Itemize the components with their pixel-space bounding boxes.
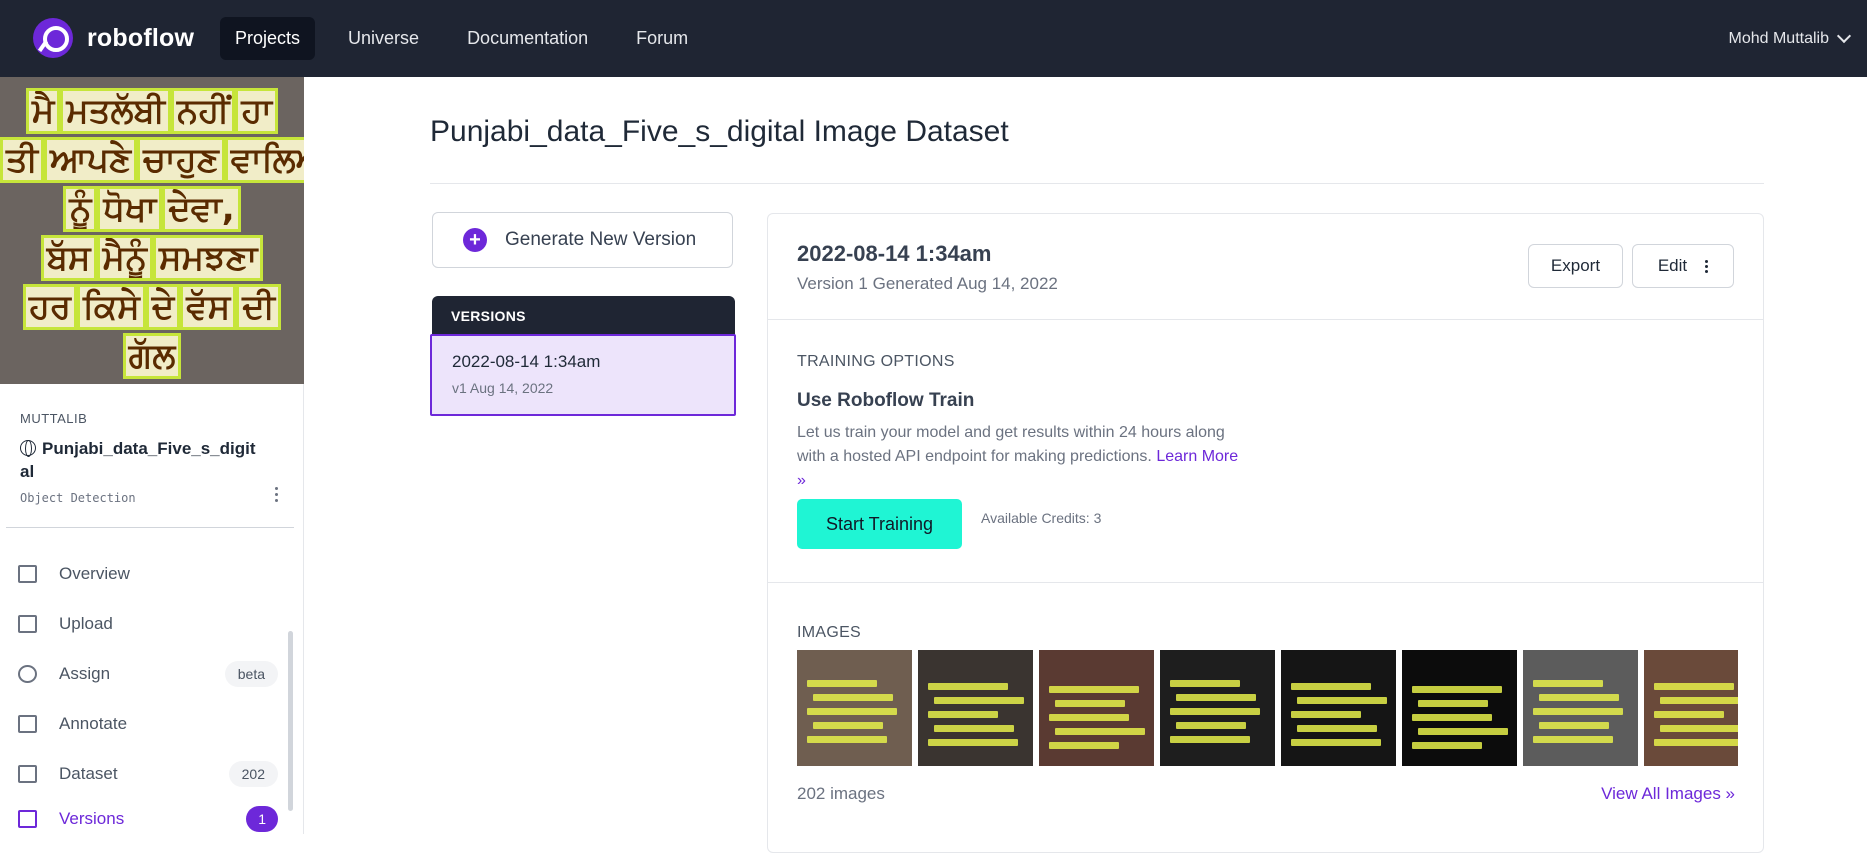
- generate-version-button[interactable]: + Generate New Version: [432, 212, 733, 268]
- project-name-text: Punjabi_data_Five_s_digit al: [20, 439, 256, 481]
- project-options-icon[interactable]: [275, 487, 279, 503]
- image-thumbnail[interactable]: [1039, 650, 1154, 766]
- upload-icon: [18, 615, 37, 633]
- sidebar-item-label: Versions: [59, 809, 125, 828]
- brand-name: roboflow: [87, 23, 195, 52]
- version-detail-panel: 2022-08-14 1:34am Version 1 Generated Au…: [767, 213, 1764, 853]
- sidebar-item-label: Upload: [59, 614, 113, 633]
- nav-universe[interactable]: Universe: [333, 17, 434, 60]
- search-icon: [18, 665, 37, 683]
- thumbnail-text-line: ਤੀਆਪਣੇਚਾਹੁਣਵਾਲਿਆ: [0, 137, 304, 183]
- more-vertical-icon: [1705, 258, 1709, 275]
- version-item-subtitle: v1 Aug 14, 2022: [452, 380, 554, 396]
- export-button[interactable]: Export: [1528, 244, 1623, 288]
- image-thumbnail[interactable]: [1523, 650, 1638, 766]
- sidebar-item-label: Dataset: [59, 764, 118, 783]
- top-navbar: roboflow Projects Universe Documentation…: [0, 0, 1867, 77]
- start-training-button[interactable]: Start Training: [797, 499, 962, 549]
- image-thumbnail[interactable]: [918, 650, 1033, 766]
- train-title: Use Roboflow Train: [797, 390, 975, 411]
- sidebar-item-versions[interactable]: Versions 1: [0, 799, 290, 839]
- versions-header: VERSIONS: [432, 296, 735, 336]
- document-icon: [18, 565, 37, 583]
- thumbnail-text-line: ਮੈ ਮਤਲੱਬੀ ਨਹੀਂ ਹਾ: [0, 88, 304, 134]
- view-all-images-link[interactable]: View All Images »: [1601, 784, 1735, 804]
- image-count: 202 images: [797, 784, 885, 803]
- sidebar-item-upload[interactable]: Upload: [0, 599, 290, 649]
- panel-divider: [768, 319, 1763, 320]
- title-divider: [430, 183, 1764, 184]
- sidebar-item-annotate[interactable]: Annotate: [0, 699, 290, 749]
- project-type: Object Detection: [20, 491, 136, 505]
- thumbnail-text-line: ਬੱਸ ਮੈਨੂੰ ਸਮਝਣਾ: [0, 235, 304, 281]
- folder-icon: [18, 810, 37, 828]
- version-generated-text: Version 1 Generated Aug 14, 2022: [797, 274, 1058, 293]
- page-title: Punjabi_data_Five_s_digital Image Datase…: [430, 115, 1009, 148]
- image-thumbnail[interactable]: [1644, 650, 1738, 766]
- image-thumbnail[interactable]: [797, 650, 912, 766]
- image-thumbnail[interactable]: [1402, 650, 1517, 766]
- project-name[interactable]: Punjabi_data_Five_s_digit al: [20, 437, 260, 483]
- beta-badge: beta: [224, 661, 278, 687]
- version-item-title: 2022-08-14 1:34am: [452, 352, 601, 371]
- image-thumbnail[interactable]: [1281, 650, 1396, 766]
- plus-circle-icon: +: [463, 228, 487, 252]
- workspace-owner: MUTTALIB: [20, 411, 88, 426]
- dataset-count-badge: 202: [228, 761, 278, 787]
- roboflow-logo-icon: [33, 18, 73, 58]
- nav-documentation[interactable]: Documentation: [452, 17, 603, 60]
- project-thumbnail: ਮੈਮਤਲੱਬੀਨਹੀਂਹਾਤੀਆਪਣੇਚਾਹੁਣਵਾਲਿਆਨੂੰਧੋਖਾਦੇਵ…: [0, 77, 304, 384]
- sidebar-item-label: Annotate: [59, 714, 128, 733]
- version-date: 2022-08-14 1:34am: [797, 241, 992, 266]
- sidebar-scrollbar[interactable]: [288, 631, 293, 811]
- thumbnail-text-line: ਨੂੰ ਧੋਖਾ ਦੇਵਾ,: [0, 186, 304, 232]
- panel-divider: [768, 582, 1763, 583]
- project-sidebar: ਮੈਮਤਲੱਬੀਨਹੀਂਹਾਤੀਆਪਣੇਚਾਹੁਣਵਾਲਿਆਨੂੰਧੋਖਾਦੇਵ…: [0, 77, 304, 834]
- train-description: Let us train your model and get results …: [797, 421, 1247, 493]
- sidebar-item-assign[interactable]: Assign beta: [0, 649, 290, 699]
- sidebar-menu: Overview Upload Assign beta Annotate Dat…: [0, 549, 290, 839]
- thumbnail-text-line: ਹਰ ਕਿਸੇ ਦੇ ਵੱਸ ਦੀ: [0, 284, 304, 330]
- sidebar-divider: [6, 527, 294, 528]
- versions-count-badge: 1: [246, 806, 278, 832]
- nav-projects[interactable]: Projects: [220, 17, 316, 60]
- sidebar-item-overview[interactable]: Overview: [0, 549, 290, 599]
- globe-icon: [20, 440, 36, 457]
- generate-version-label: Generate New Version: [505, 229, 697, 250]
- training-options-label: TRAINING OPTIONS: [797, 353, 955, 370]
- image-thumbnail[interactable]: [1160, 650, 1275, 766]
- sidebar-item-label: Assign: [59, 664, 111, 683]
- edit-button[interactable]: Edit: [1632, 244, 1734, 288]
- thumbnail-text-line: ਗੱਲ: [0, 333, 304, 379]
- sidebar-item-label: Overview: [59, 564, 130, 583]
- available-credits: Available Credits: 3: [981, 510, 1102, 526]
- annotate-icon: [18, 715, 37, 733]
- main-nav: Projects Universe Documentation Forum: [220, 17, 721, 60]
- version-list-item[interactable]: 2022-08-14 1:34am v1 Aug 14, 2022: [430, 334, 736, 416]
- sidebar-item-dataset[interactable]: Dataset 202: [0, 749, 290, 799]
- chevron-down-icon: [1836, 28, 1852, 44]
- user-menu[interactable]: Mohd Muttalib: [1728, 28, 1852, 48]
- edit-label: Edit: [1657, 256, 1688, 275]
- images-label: IMAGES: [797, 624, 862, 641]
- image-thumbnail-strip: [797, 650, 1738, 766]
- roboflow-logo[interactable]: roboflow: [33, 18, 194, 58]
- user-name: Mohd Muttalib: [1728, 30, 1830, 47]
- nav-forum[interactable]: Forum: [621, 17, 703, 60]
- images-icon: [18, 765, 37, 783]
